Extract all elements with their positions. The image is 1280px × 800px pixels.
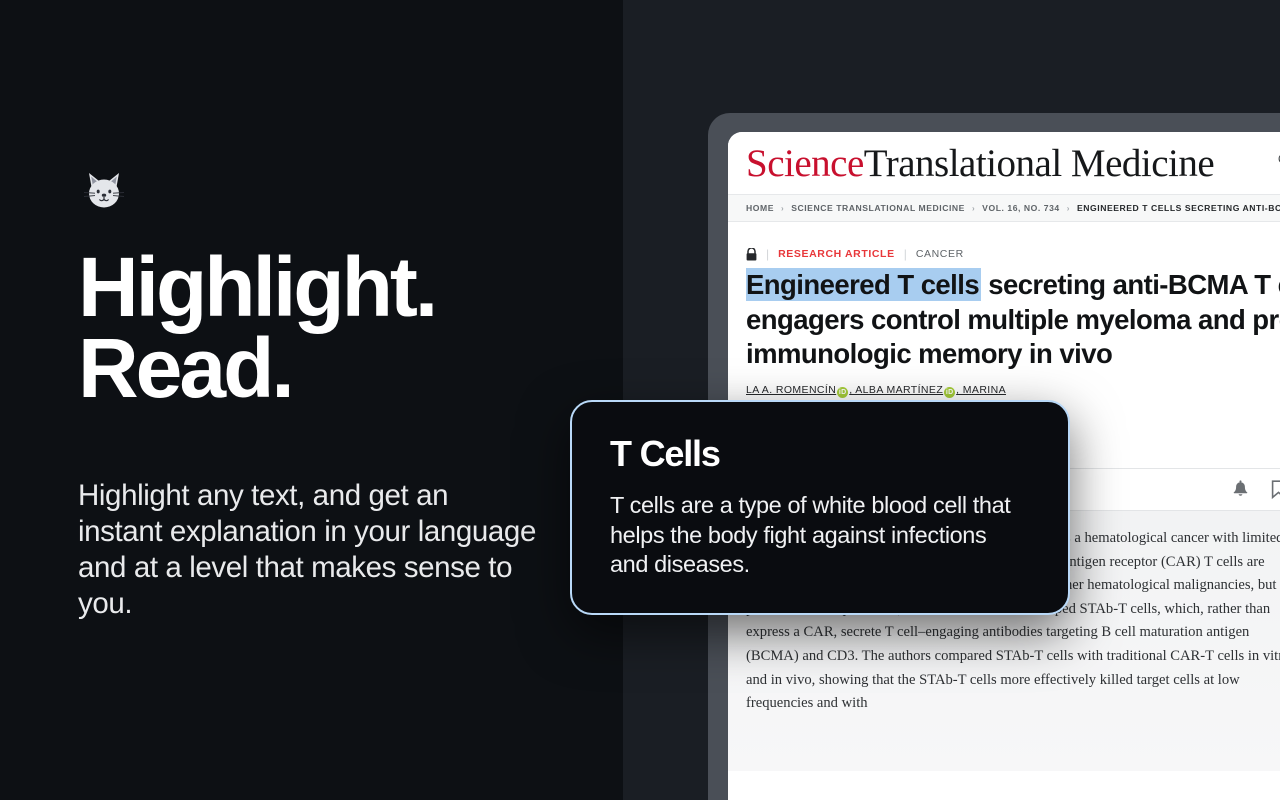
breadcrumb-item-home[interactable]: HOME xyxy=(746,203,774,213)
orcid-icon[interactable]: iD xyxy=(944,386,956,398)
authors-line-1: LA A. ROMENCÍN iD, ALBA MARTÍNEZ iD, MARIN… xyxy=(728,372,1280,398)
explanation-tooltip: T Cells T cells are a type of white bloo… xyxy=(570,400,1070,615)
chevron-right-icon: › xyxy=(780,203,785,213)
meta-divider-1: | xyxy=(766,247,770,261)
author-name[interactable]: , ALBA MARTÍNEZ xyxy=(849,384,943,396)
article-title: Engineered T cells secreting anti-BCMA T… xyxy=(728,266,1280,372)
article-type-badge[interactable]: RESEARCH ARTICLE xyxy=(778,248,895,260)
summary-text-2: developed STAb-T cells, which, rather th… xyxy=(746,600,1280,712)
page-title: Highlight. Read. xyxy=(78,240,598,415)
screenshot-root: ScienceTranslational Medicine Curre HOME… xyxy=(0,0,1280,800)
chevron-right-icon: › xyxy=(1066,203,1070,213)
breadcrumb: HOME › SCIENCE TRANSLATIONAL MEDICINE › … xyxy=(728,194,1280,222)
lock-icon xyxy=(746,247,757,261)
tooltip-title: T Cells xyxy=(610,433,721,474)
marketing-panel: Highlight. Read. Highlight any text, and… xyxy=(0,0,623,800)
author-name[interactable]: LA A. ROMENCÍN xyxy=(746,384,836,396)
marketing-subcopy: Highlight any text, and get an instant e… xyxy=(78,479,536,620)
author-name[interactable]: , MARINA xyxy=(956,384,1006,396)
meta-divider-2: | xyxy=(903,247,907,261)
tooltip-body: T cells are a type of white blood cell t… xyxy=(610,492,1011,578)
bell-icon[interactable] xyxy=(1232,480,1249,499)
article-meta-row: | RESEARCH ARTICLE | CANCER f xyxy=(728,222,1280,266)
breadcrumb-item-volume[interactable]: VOL. 16, NO. 734 xyxy=(982,203,1060,213)
bookmark-icon[interactable] xyxy=(1271,480,1280,499)
orcid-icon[interactable]: iD xyxy=(837,386,849,398)
chevron-right-icon: › xyxy=(971,203,976,213)
journal-logo-science: Science xyxy=(746,141,864,185)
highlighted-selection[interactable]: Engineered T cells xyxy=(746,268,982,301)
breadcrumb-item-article: ENGINEERED T CELLS SECRETING ANTI-BCMA T… xyxy=(1076,203,1280,213)
headline-line-1: Highlight. xyxy=(78,240,438,334)
cat-face-icon[interactable] xyxy=(82,170,126,212)
article-topic-badge[interactable]: CANCER xyxy=(916,248,964,260)
headline-line-2: Read. xyxy=(78,320,295,415)
journal-masthead: ScienceTranslational Medicine Curre xyxy=(728,132,1280,194)
breadcrumb-item-journal[interactable]: SCIENCE TRANSLATIONAL MEDICINE xyxy=(791,203,965,213)
journal-logo-translational-medicine: Translational Medicine xyxy=(863,141,1215,185)
journal-logo[interactable]: ScienceTranslational Medicine xyxy=(746,141,1215,185)
